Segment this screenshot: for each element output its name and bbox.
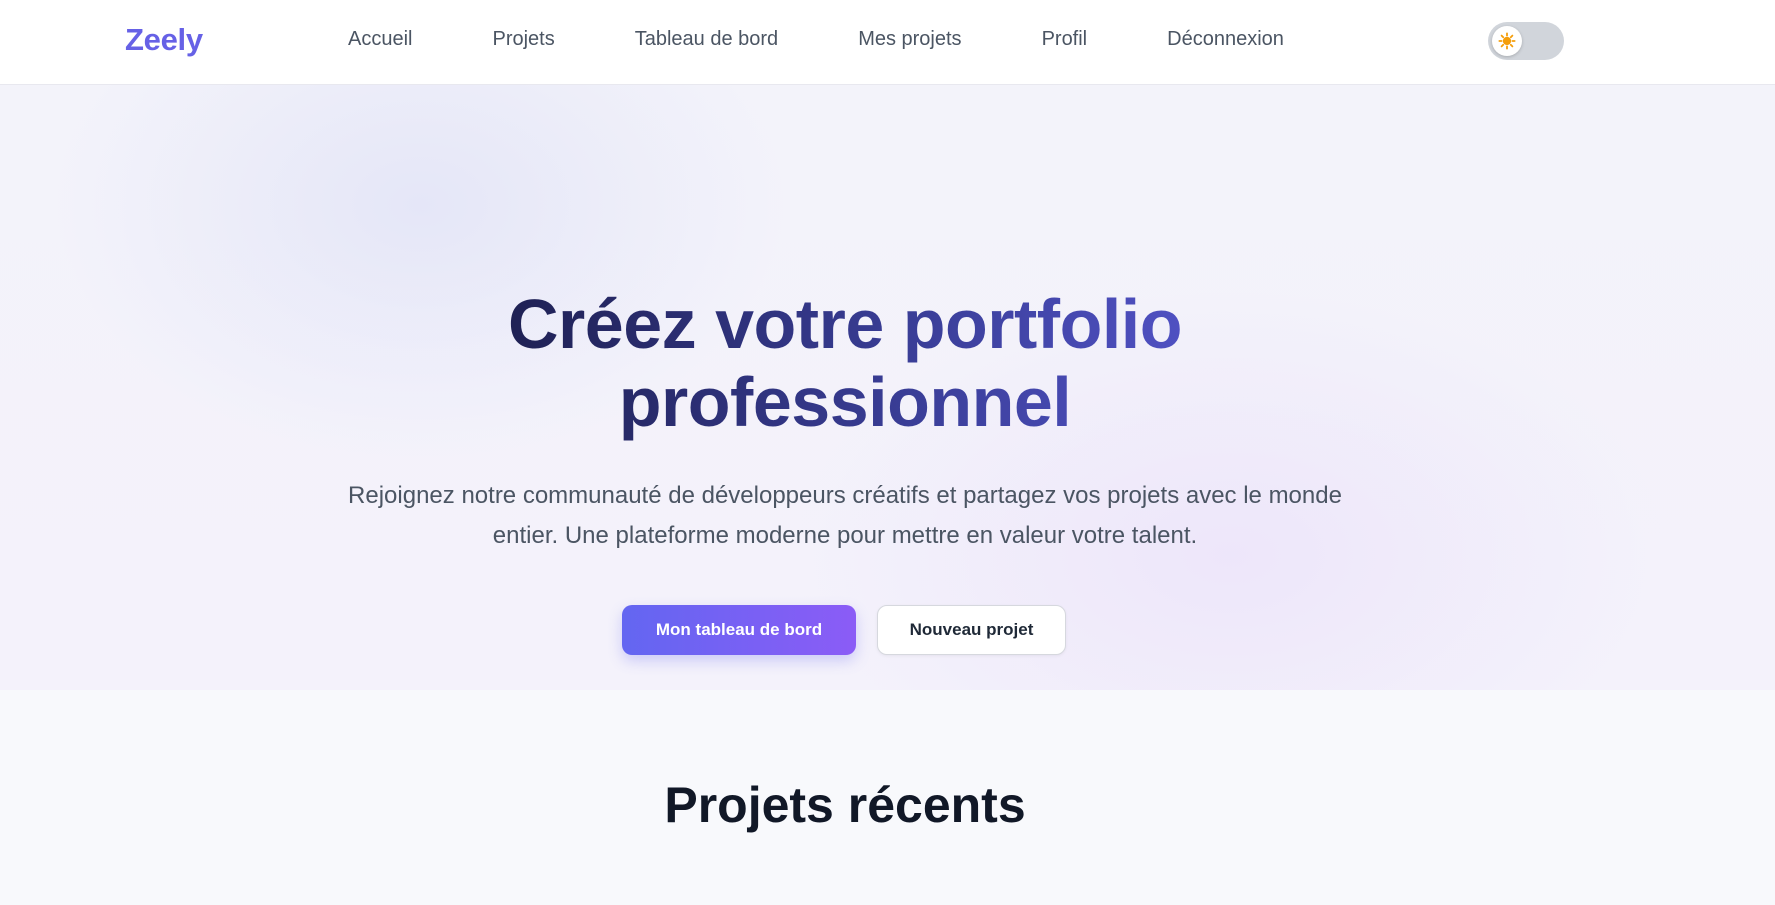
nav-links: Accueil Projets Tableau de bord Mes proj… bbox=[348, 28, 1284, 51]
hero-subtitle: Rejoignez notre communauté de développeu… bbox=[348, 482, 1342, 549]
nav-link-projets[interactable]: Projets bbox=[492, 28, 554, 51]
hero-title-line-2: professionnel bbox=[618, 363, 1072, 441]
nav-link-accueil[interactable]: Accueil bbox=[348, 28, 412, 51]
sun-icon bbox=[1498, 32, 1516, 50]
nav-link-tableau-de-bord[interactable]: Tableau de bord bbox=[635, 28, 778, 51]
recent-projects-title: Projets récents bbox=[664, 777, 1026, 833]
dashboard-button[interactable]: Mon tableau de bord bbox=[622, 605, 856, 655]
hero-buttons: Mon tableau de bord Nouveau projet bbox=[622, 605, 1066, 655]
hero-title: Créez votre portfolio professionnel bbox=[0, 285, 1690, 441]
nav-link-deconnexion[interactable]: Déconnexion bbox=[1167, 28, 1284, 51]
navbar: Zeely Accueil Projets Tableau de bord Me… bbox=[0, 0, 1775, 85]
nav-link-mes-projets[interactable]: Mes projets bbox=[858, 28, 961, 51]
logo[interactable]: Zeely bbox=[125, 22, 203, 58]
toggle-knob bbox=[1492, 26, 1522, 56]
theme-toggle[interactable] bbox=[1488, 22, 1564, 60]
hero-section: Créez votre portfolio professionnel Rejo… bbox=[0, 85, 1775, 690]
recent-projects-section: Projets récents bbox=[0, 690, 1775, 905]
nav-link-profil[interactable]: Profil bbox=[1042, 28, 1088, 51]
new-project-button[interactable]: Nouveau projet bbox=[877, 605, 1066, 655]
hero-title-line-1: Créez votre portfolio bbox=[507, 285, 1183, 363]
